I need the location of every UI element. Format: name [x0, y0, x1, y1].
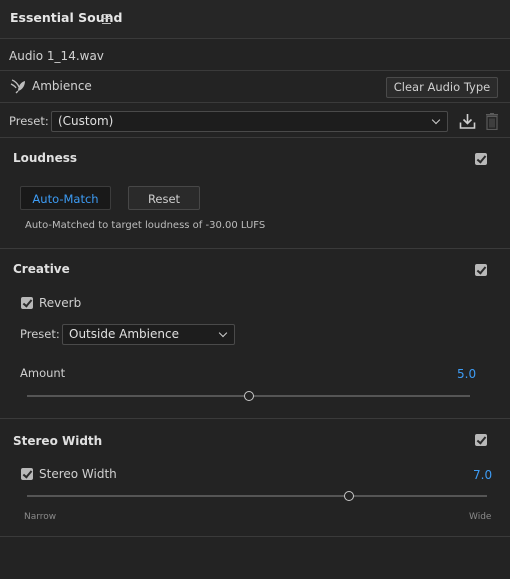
preset-label: Preset: — [9, 114, 49, 128]
stereo-width-slider-thumb[interactable] — [344, 491, 354, 501]
preset-row: Preset: (Custom) — [0, 103, 510, 138]
reverb-preset-label: Preset: — [20, 327, 60, 341]
stereo-width-slider-track[interactable] — [27, 495, 487, 497]
amount-label: Amount — [20, 366, 66, 380]
menu-icon[interactable] — [102, 14, 111, 24]
clip-row: Audio 1_14.wav — [0, 39, 510, 71]
audio-type-label: Ambience — [32, 79, 92, 93]
loudness-title: Loudness — [13, 151, 77, 165]
reverb-preset-select[interactable]: Outside Ambience — [62, 324, 235, 345]
reverb-preset-value: Outside Ambience — [69, 327, 179, 341]
save-preset-icon[interactable] — [459, 113, 476, 130]
loudness-checkbox[interactable] — [475, 153, 487, 165]
amount-value[interactable]: 5.0 — [457, 367, 476, 381]
narrow-label: Narrow — [24, 512, 57, 522]
stereo-width-section: Stereo Width Stereo Width 7.0 Narrow Wid… — [0, 419, 510, 537]
stereo-width-option-label: Stereo Width — [39, 467, 117, 481]
amount-slider-thumb[interactable] — [243, 391, 254, 401]
ambience-icon — [10, 79, 25, 94]
preset-value: (Custom) — [58, 114, 114, 128]
chevron-down-icon — [218, 328, 228, 338]
stereo-width-title: Stereo Width — [13, 434, 103, 448]
clip-name: Audio 1_14.wav — [9, 49, 104, 63]
stereo-width-value[interactable]: 7.0 — [473, 468, 492, 482]
trash-icon[interactable] — [486, 113, 498, 130]
creative-checkbox[interactable] — [475, 264, 487, 276]
reset-button[interactable]: Reset — [128, 186, 200, 210]
creative-title: Creative — [13, 262, 70, 276]
clear-audio-type-button[interactable]: Clear Audio Type — [386, 77, 498, 98]
chevron-down-icon — [431, 115, 441, 125]
wide-label: Wide — [469, 512, 492, 522]
stereo-width-section-checkbox[interactable] — [475, 434, 487, 446]
loudness-note: Auto-Matched to target loudness of -30.0… — [25, 220, 266, 231]
preset-select[interactable]: (Custom) — [51, 111, 448, 132]
stereo-width-checkbox[interactable] — [21, 468, 33, 480]
audio-type-row: Ambience Clear Audio Type — [0, 71, 510, 103]
reverb-checkbox[interactable] — [21, 297, 33, 309]
creative-section: Creative Reverb Preset: Outside Ambience… — [0, 249, 510, 419]
auto-match-button[interactable]: Auto-Match — [20, 186, 111, 210]
panel-header: Essential Sound — [0, 0, 510, 39]
loudness-section: Loudness Auto-Match Reset Auto-Matched t… — [0, 138, 510, 249]
reverb-label: Reverb — [39, 296, 82, 310]
